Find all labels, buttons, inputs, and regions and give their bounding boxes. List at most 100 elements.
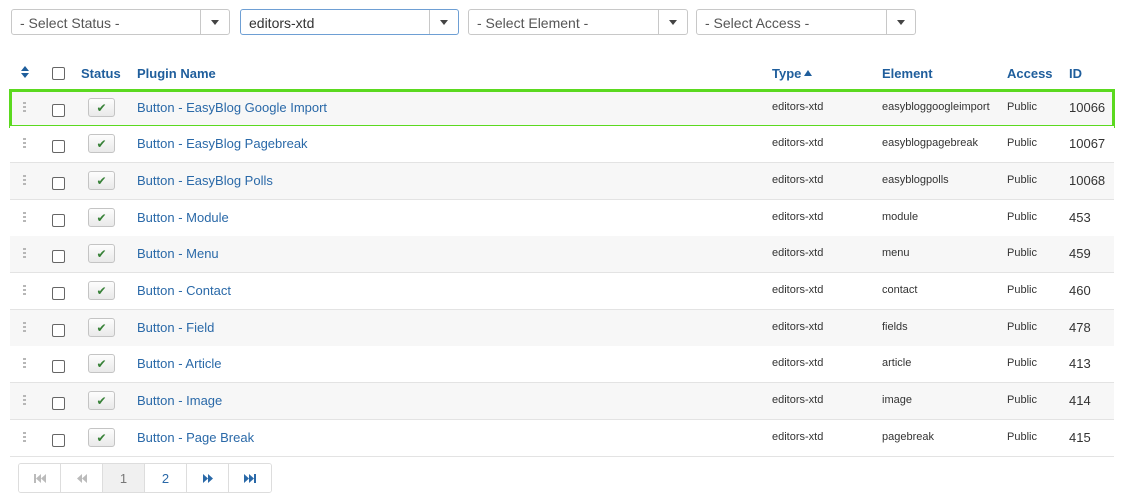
chevron-down-icon[interactable] bbox=[658, 10, 687, 34]
drag-handle-icon[interactable] bbox=[23, 248, 27, 260]
row-checkbox[interactable] bbox=[52, 397, 65, 410]
chevron-down-icon[interactable] bbox=[200, 10, 229, 34]
first-page-icon bbox=[33, 473, 46, 483]
plugin-name-link[interactable]: Button - EasyBlog Pagebreak bbox=[137, 136, 308, 151]
plugin-id: 478 bbox=[1069, 320, 1091, 335]
plugin-name-link[interactable]: Button - Contact bbox=[137, 283, 231, 298]
check-icon: ✔ bbox=[96, 173, 107, 188]
header-type[interactable]: Type bbox=[772, 66, 813, 81]
plugin-access: Public bbox=[1007, 284, 1037, 296]
plugin-element: contact bbox=[882, 284, 918, 296]
plugin-id: 413 bbox=[1069, 356, 1091, 371]
next-page-icon bbox=[202, 473, 213, 483]
row-checkbox[interactable] bbox=[52, 140, 65, 153]
select-all-checkbox[interactable] bbox=[52, 67, 65, 80]
previous-page-button[interactable] bbox=[61, 464, 103, 492]
plugin-id: 415 bbox=[1069, 430, 1091, 445]
plugin-access: Public bbox=[1007, 431, 1037, 443]
plugin-element: easyblogpolls bbox=[882, 174, 949, 186]
drag-handle-icon[interactable] bbox=[23, 285, 27, 297]
check-icon: ✔ bbox=[96, 283, 107, 298]
plugin-access: Public bbox=[1007, 137, 1037, 149]
table-row: ✔ Button - Article editors-xtd article Publi… bbox=[10, 346, 1114, 383]
plugin-name-link[interactable]: Button - Field bbox=[137, 320, 214, 335]
row-checkbox[interactable] bbox=[52, 214, 65, 227]
row-checkbox[interactable] bbox=[52, 177, 65, 190]
status-toggle-button[interactable]: ✔ bbox=[88, 98, 115, 117]
access-filter-value: - Select Access - bbox=[705, 15, 810, 31]
table-row: ✔ Button - Contact editors-xtd contact Publi… bbox=[10, 273, 1114, 310]
drag-handle-icon[interactable] bbox=[23, 102, 27, 114]
plugin-element: fields bbox=[882, 321, 908, 333]
plugin-id: 414 bbox=[1069, 393, 1091, 408]
status-toggle-button[interactable]: ✔ bbox=[88, 281, 115, 300]
drag-handle-icon[interactable] bbox=[23, 175, 27, 187]
drag-handle-icon[interactable] bbox=[23, 212, 27, 224]
plugin-access: Public bbox=[1007, 101, 1037, 113]
drag-handle-icon[interactable] bbox=[23, 138, 27, 150]
table-row: ✔ Button - EasyBlog Google Import editors-… bbox=[9, 89, 1115, 128]
plugin-id: 453 bbox=[1069, 210, 1091, 225]
sort-ordering-icon[interactable] bbox=[20, 66, 30, 78]
plugin-name-link[interactable]: Button - Page Break bbox=[137, 430, 254, 445]
plugin-type: editors-xtd bbox=[772, 174, 824, 186]
plugin-type: editors-xtd bbox=[772, 321, 824, 333]
next-page-button[interactable] bbox=[187, 464, 229, 492]
row-checkbox[interactable] bbox=[52, 104, 65, 117]
check-icon: ✔ bbox=[96, 430, 107, 445]
status-toggle-button[interactable]: ✔ bbox=[88, 428, 115, 447]
row-checkbox[interactable] bbox=[52, 287, 65, 300]
row-checkbox[interactable] bbox=[52, 360, 65, 373]
status-toggle-button[interactable]: ✔ bbox=[88, 134, 115, 153]
header-access[interactable]: Access bbox=[1007, 66, 1053, 81]
chevron-down-icon[interactable] bbox=[429, 10, 458, 34]
table-row: ✔ Button - Menu editors-xtd menu Public 459 bbox=[10, 236, 1114, 273]
status-toggle-button[interactable]: ✔ bbox=[88, 391, 115, 410]
drag-handle-icon[interactable] bbox=[23, 358, 27, 370]
status-toggle-button[interactable]: ✔ bbox=[88, 354, 115, 373]
header-element[interactable]: Element bbox=[882, 66, 933, 81]
row-checkbox[interactable] bbox=[52, 250, 65, 263]
plugin-id: 460 bbox=[1069, 283, 1091, 298]
plugin-name-link[interactable]: Button - Menu bbox=[137, 246, 219, 261]
previous-page-icon bbox=[76, 473, 87, 483]
status-filter-select[interactable]: - Select Status - bbox=[11, 9, 230, 35]
drag-handle-icon[interactable] bbox=[23, 322, 27, 334]
row-checkbox[interactable] bbox=[52, 324, 65, 337]
check-icon: ✔ bbox=[96, 100, 107, 115]
check-icon: ✔ bbox=[96, 356, 107, 371]
header-id[interactable]: ID bbox=[1069, 66, 1082, 81]
plugin-name-link[interactable]: Button - Article bbox=[137, 356, 222, 371]
status-filter-value: - Select Status - bbox=[20, 15, 120, 31]
status-toggle-button[interactable]: ✔ bbox=[88, 318, 115, 337]
header-plugin-name[interactable]: Plugin Name bbox=[137, 66, 216, 81]
status-toggle-button[interactable]: ✔ bbox=[88, 208, 115, 227]
plugin-access: Public bbox=[1007, 174, 1037, 186]
first-page-button[interactable] bbox=[19, 464, 61, 492]
page-2-button[interactable]: 2 bbox=[145, 464, 187, 492]
header-status[interactable]: Status bbox=[81, 66, 121, 81]
row-checkbox[interactable] bbox=[52, 434, 65, 447]
last-page-button[interactable] bbox=[229, 464, 271, 492]
status-toggle-button[interactable]: ✔ bbox=[88, 171, 115, 190]
plugin-access: Public bbox=[1007, 211, 1037, 223]
plugin-type: editors-xtd bbox=[772, 247, 824, 259]
table-row: ✔ Button - Image editors-xtd image Public 414 bbox=[10, 383, 1114, 420]
folder-filter-value: editors-xtd bbox=[249, 15, 315, 31]
drag-handle-icon[interactable] bbox=[23, 395, 27, 407]
check-icon: ✔ bbox=[96, 210, 107, 225]
plugin-name-link[interactable]: Button - Image bbox=[137, 393, 222, 408]
drag-handle-icon[interactable] bbox=[23, 432, 27, 444]
plugin-name-link[interactable]: Button - EasyBlog Polls bbox=[137, 173, 273, 188]
chevron-down-icon[interactable] bbox=[886, 10, 915, 34]
table-row: ✔ Button - Page Break editors-xtd pagebreak… bbox=[10, 420, 1114, 457]
plugin-name-link[interactable]: Button - EasyBlog Google Import bbox=[137, 100, 327, 115]
element-filter-select[interactable]: - Select Element - bbox=[468, 9, 688, 35]
page-1-button[interactable]: 1 bbox=[103, 464, 145, 492]
plugin-type: editors-xtd bbox=[772, 101, 824, 113]
plugin-name-link[interactable]: Button - Module bbox=[137, 210, 229, 225]
plugin-element: easybloggoogleimport bbox=[882, 101, 990, 113]
access-filter-select[interactable]: - Select Access - bbox=[696, 9, 916, 35]
folder-filter-select[interactable]: editors-xtd bbox=[240, 9, 459, 35]
status-toggle-button[interactable]: ✔ bbox=[88, 244, 115, 263]
